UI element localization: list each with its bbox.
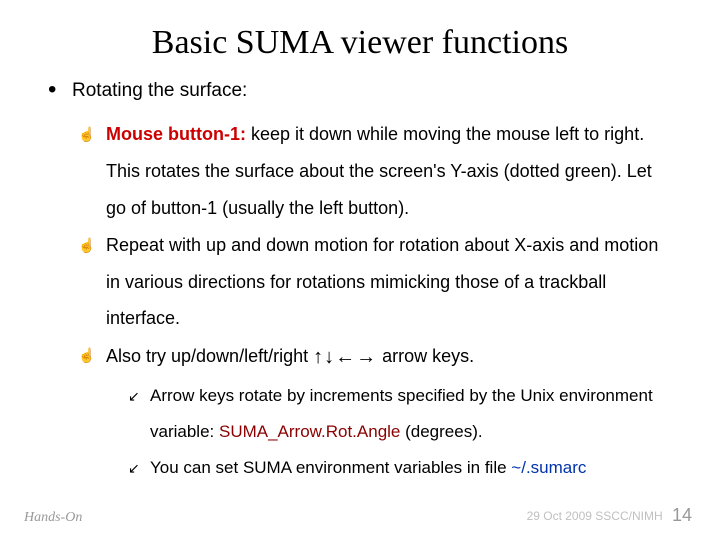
footer-right: 29 Oct 2009 SSCC/NIMH 14 [527,505,692,526]
sumarc-file: ~/.sumarc [511,458,586,477]
bullet-2-item-2: Repeat with up and down motion for rotat… [106,227,672,338]
bullet-level-3: ↙ Arrow keys rotate by increments specif… [128,378,672,449]
bullet-level-2: ☝ Also try up/down/left/right ↑↓←→ arrow… [78,337,672,486]
bullet-2-item-3: Also try up/down/left/right ↑↓←→ arrow k… [106,337,672,486]
hand-bullet-icon: ☝ [78,227,106,338]
subsub-b-pre: You can set SUMA environment variables i… [150,458,511,477]
slide-title: Basic SUMA viewer functions [48,24,672,62]
env-var-name: SUMA_Arrow.Rot.Angle [219,422,400,441]
subsub-a-post: (degrees). [400,422,482,441]
footer-date-org: 29 Oct 2009 SSCC/NIMH [527,509,663,523]
bullet-3-item-b: You can set SUMA environment variables i… [150,450,586,486]
bullet-level-1: • Rotating the surface: [48,80,672,102]
arrow-keys-icon: ↑↓←→ [313,346,377,368]
bullet-level-2: ☝ Mouse button-1: keep it down while mov… [78,116,672,227]
bullet-1-text: Rotating the surface: [72,80,247,102]
bullet-level-3: ↙ You can set SUMA environment variables… [128,450,672,486]
bullet-3-item-a: Arrow keys rotate by increments specifie… [150,378,672,449]
hand-bullet-icon: ☝ [78,337,106,486]
footer-left-label: Hands-On [24,510,82,526]
page-number: 14 [672,505,692,525]
item3-post: arrow keys. [377,346,474,366]
bullet-2-item-1: Mouse button-1: keep it down while movin… [106,116,672,227]
hand-bullet-icon: ☝ [78,116,106,227]
arrow-bullet-icon: ↙ [128,450,150,486]
bullet-dot: • [48,80,72,102]
item3-pre: Also try up/down/left/right [106,346,313,366]
mouse-button-1-label: Mouse button-1: [106,124,246,144]
bullet-level-2: ☝ Repeat with up and down motion for rot… [78,227,672,338]
arrow-bullet-icon: ↙ [128,378,150,449]
